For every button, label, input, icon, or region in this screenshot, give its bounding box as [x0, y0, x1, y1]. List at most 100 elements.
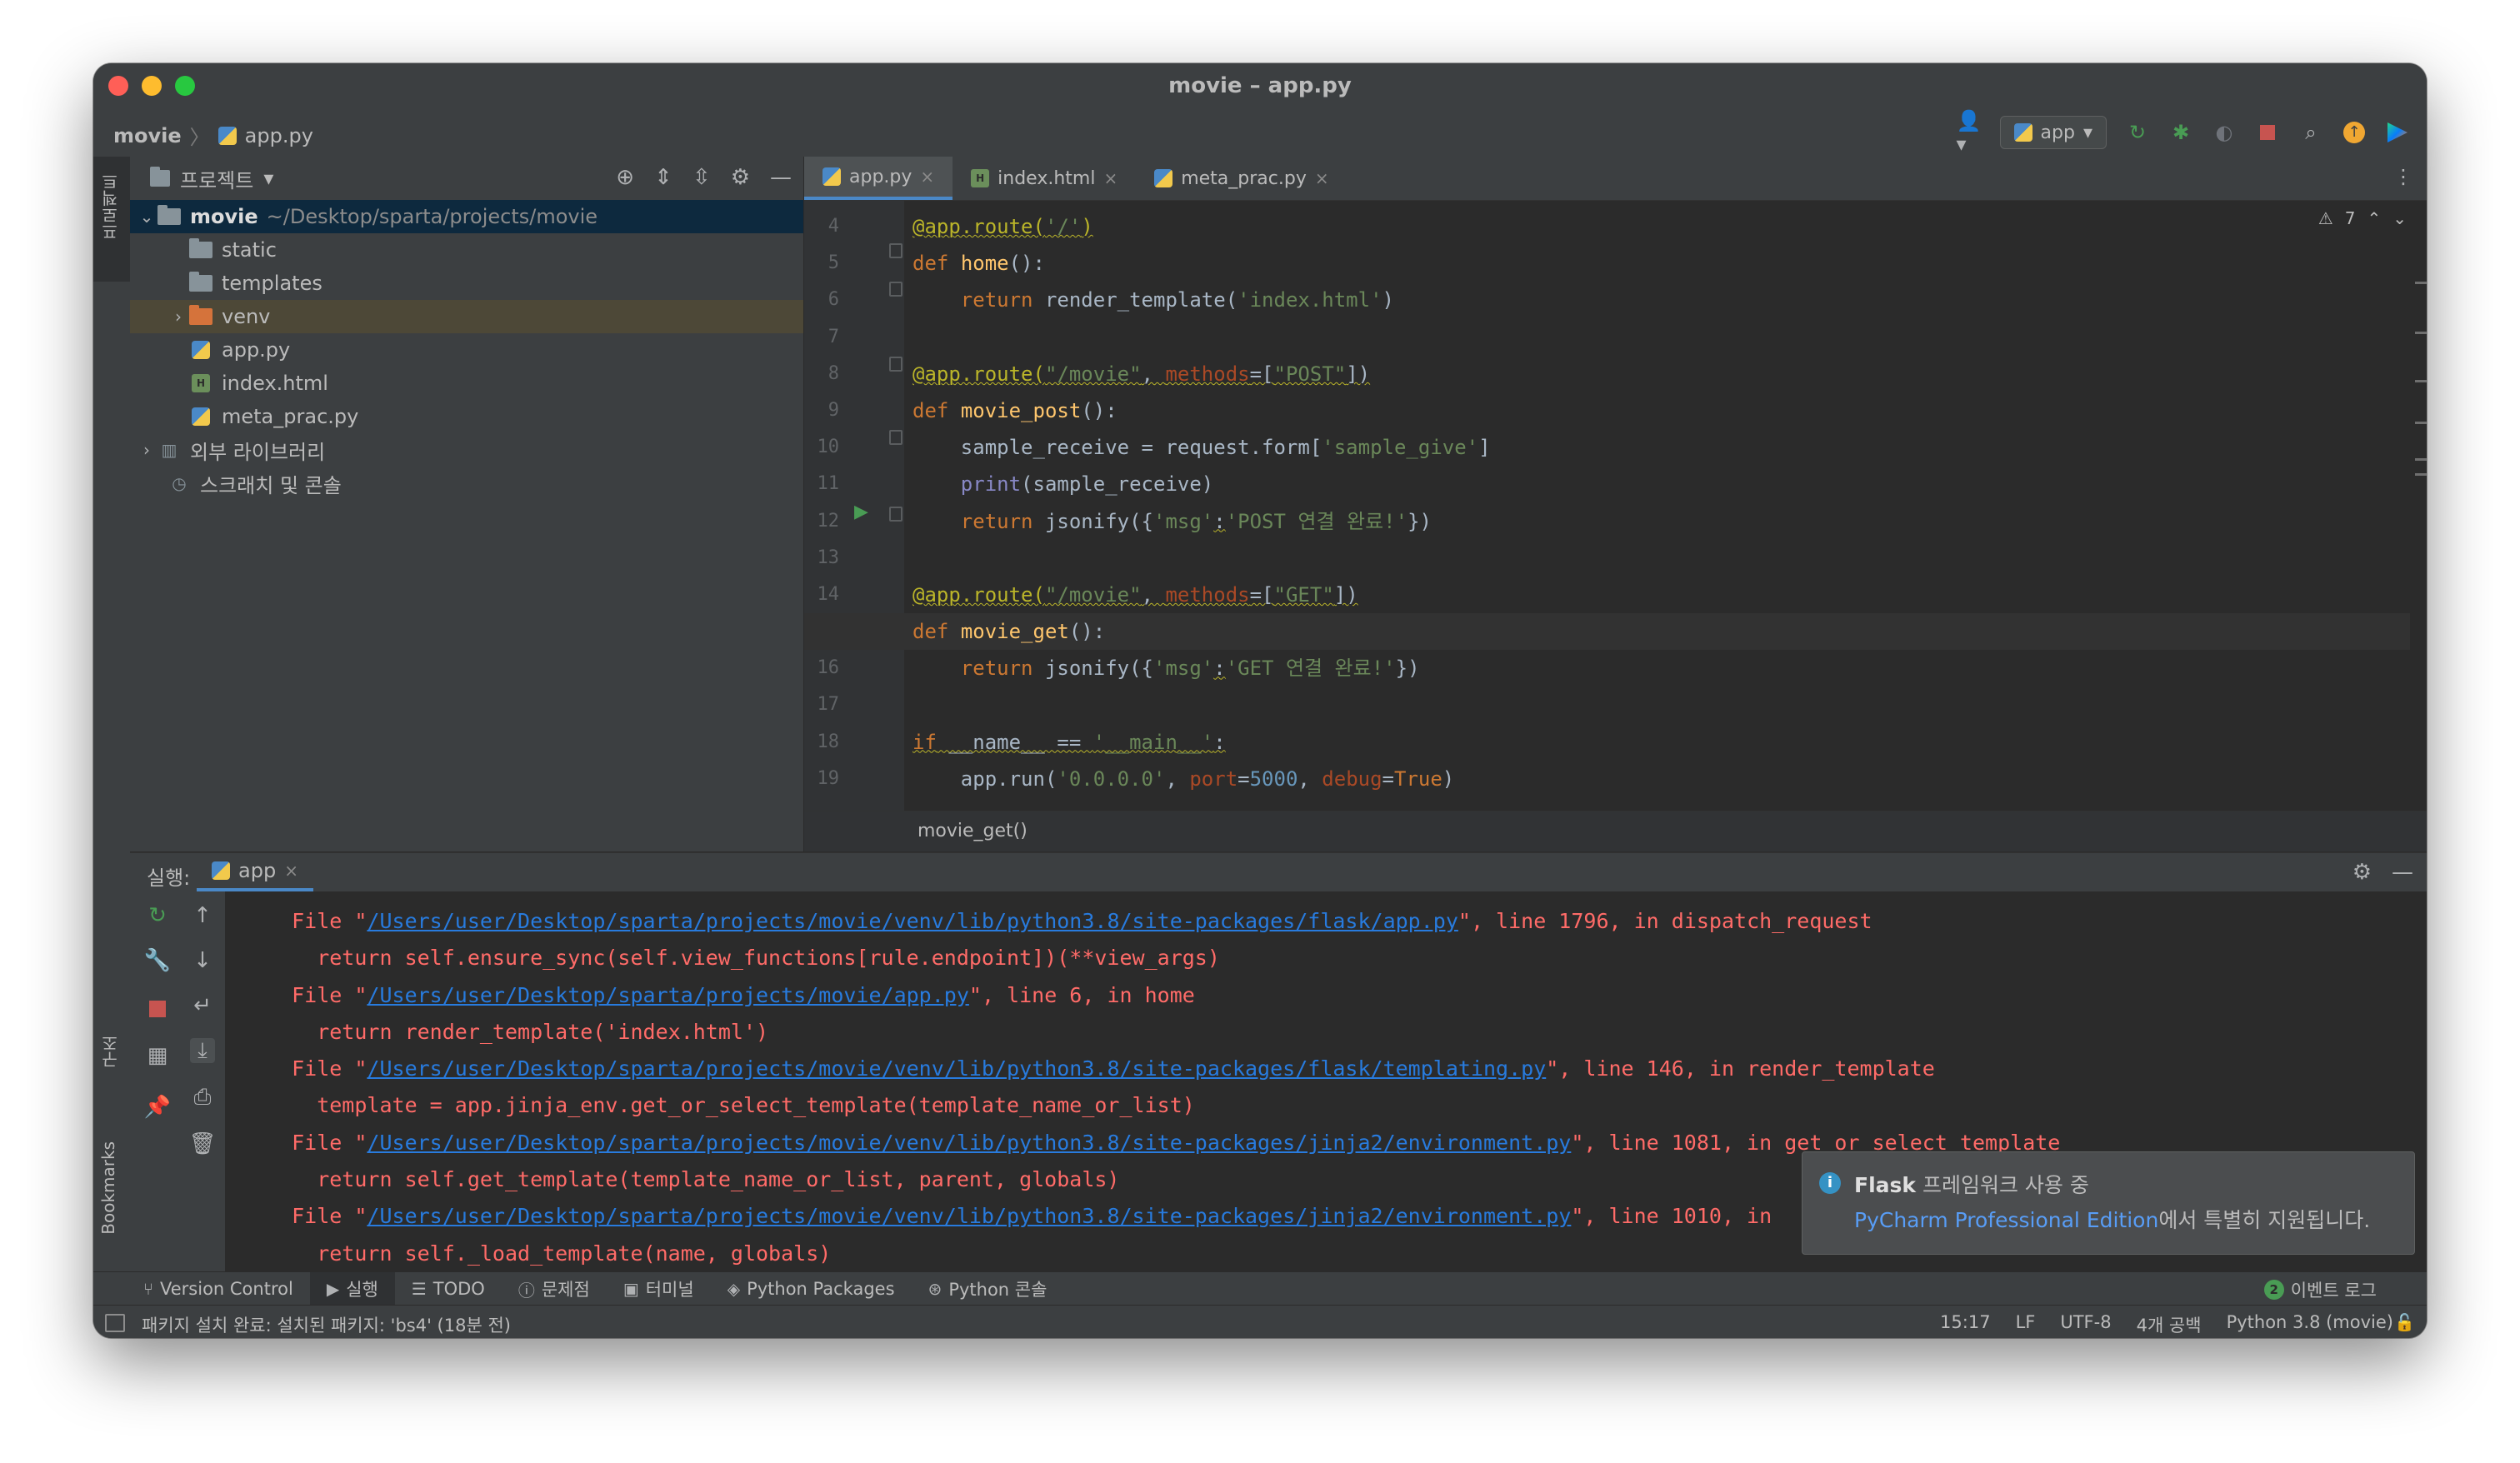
tab-version-control[interactable]: ⑂ Version Control: [127, 1272, 310, 1306]
search-icon[interactable]: ⌕: [2298, 120, 2323, 145]
project-tool-tab[interactable]: 프로젝트: [93, 157, 130, 282]
tab-problems[interactable]: ⓘ 문제점: [502, 1272, 607, 1306]
tree-item-index-html[interactable]: H index.html: [130, 367, 803, 400]
gear-icon[interactable]: ⚙: [2352, 860, 2372, 885]
tree-item-meta-prac-py[interactable]: meta_prac.py: [130, 400, 803, 433]
print-icon[interactable]: ⎙: [190, 1085, 215, 1110]
update-icon[interactable]: ↑: [2342, 120, 2367, 145]
tool-windows-toggle-icon[interactable]: [105, 1314, 125, 1332]
indent-setting[interactable]: 4개 공백: [2137, 1312, 2202, 1337]
run-configuration-select[interactable]: app ▾: [1999, 116, 2107, 149]
arrow-down-icon[interactable]: ↓: [190, 948, 215, 973]
tab-python-console[interactable]: ⊛ Python 콘솔: [912, 1272, 1064, 1306]
hide-icon[interactable]: —: [770, 165, 792, 190]
stop-icon[interactable]: [145, 996, 170, 1021]
rerun-icon[interactable]: ↻: [145, 903, 170, 928]
breadcrumb-file[interactable]: app.py: [245, 124, 313, 147]
chevron-right-icon[interactable]: ›: [137, 440, 157, 460]
fold-marker-icon[interactable]: [889, 507, 902, 522]
line-number: 13: [817, 547, 840, 568]
file-link[interactable]: /Users/user/Desktop/sparta/projects/movi…: [367, 1056, 1546, 1081]
library-icon: ▥: [161, 440, 178, 460]
run-gutter-icon[interactable]: ▶: [854, 502, 868, 522]
tab-python-packages[interactable]: ◈ Python Packages: [711, 1272, 912, 1306]
tree-item-scratches[interactable]: ◷ 스크래치 및 콘솔: [130, 467, 803, 500]
jetbrains-toolbox-icon[interactable]: [2385, 120, 2410, 145]
close-icon[interactable]: ×: [920, 167, 934, 187]
tree-item-label: venv: [222, 305, 271, 328]
tree-item-templates[interactable]: templates: [130, 267, 803, 300]
debug-icon[interactable]: ✱: [2168, 120, 2193, 145]
chevron-down-icon[interactable]: ⌄: [137, 207, 157, 227]
fold-marker-icon[interactable]: [889, 430, 902, 445]
trash-icon[interactable]: 🗑: [189, 1131, 217, 1156]
breadcrumb-project[interactable]: movie: [113, 124, 182, 147]
project-view-select[interactable]: 프로젝트 ▾: [150, 164, 273, 193]
chevron-right-icon[interactable]: ›: [168, 307, 188, 327]
tab-run[interactable]: ▶ 실행: [309, 1272, 395, 1306]
layout-icon[interactable]: ▦: [145, 1043, 170, 1068]
file-encoding[interactable]: UTF-8: [2060, 1312, 2111, 1337]
status-message[interactable]: 패키지 설치 완료: 설치된 패키지: 'bs4' (18분 전): [142, 1312, 511, 1337]
editor-scrollbar[interactable]: [2415, 282, 2427, 532]
soft-wrap-icon[interactable]: ↵: [190, 993, 215, 1018]
lock-icon[interactable]: 🔓: [2394, 1312, 2415, 1332]
tree-item-app-py[interactable]: app.py: [130, 333, 803, 367]
console-line: template = app.jinja_env.get_or_select_t…: [267, 1093, 1195, 1118]
chevron-up-icon[interactable]: ⌃: [2367, 208, 2381, 228]
rerun-icon[interactable]: ↻: [2125, 120, 2150, 145]
caret-position[interactable]: 15:17: [1940, 1312, 1991, 1337]
tree-item-label: movie: [190, 205, 258, 228]
close-icon[interactable]: ×: [1103, 168, 1118, 188]
tab-todo[interactable]: ☰ TODO: [395, 1272, 502, 1306]
python-interpreter[interactable]: Python 3.8 (movie): [2227, 1312, 2393, 1337]
expand-all-icon[interactable]: ⇕: [654, 165, 672, 190]
bookmarks-tool-label[interactable]: Bookmarks: [98, 1141, 118, 1235]
profile-icon[interactable]: ◐: [2212, 120, 2237, 145]
pin-icon[interactable]: 📌: [144, 1095, 171, 1120]
file-link[interactable]: /Users/user/Desktop/sparta/projects/movi…: [367, 1204, 1571, 1228]
tab-app-py[interactable]: app.py ×: [804, 157, 953, 200]
file-link[interactable]: /Users/user/Desktop/sparta/projects/movi…: [367, 983, 968, 1007]
notification-toast[interactable]: i Flask 프레임워크 사용 중 PyCharm Professional …: [1802, 1151, 2415, 1255]
user-icon[interactable]: 👤▾: [1957, 109, 1982, 156]
tab-meta-prac-py[interactable]: meta_prac.py ×: [1136, 157, 1347, 200]
scroll-to-end-icon[interactable]: ⤓: [190, 1038, 215, 1063]
file-link[interactable]: /Users/user/Desktop/sparta/projects/movi…: [367, 1131, 1571, 1155]
locate-icon[interactable]: ⊕: [616, 165, 634, 190]
tab-terminal[interactable]: ▣ 터미널: [607, 1272, 711, 1306]
hide-icon[interactable]: —: [2392, 860, 2413, 885]
run-configuration-label: app: [2040, 122, 2075, 143]
wrench-icon[interactable]: 🔧: [144, 948, 171, 973]
console-line: File "/Users/user/Desktop/sparta/project…: [267, 982, 1195, 1007]
code-line: @app.route("/movie", methods=["GET"]): [912, 582, 1358, 607]
code-area[interactable]: @app.route('/') def home(): return rende…: [804, 208, 2410, 797]
inspection-widget[interactable]: ⚠ 7 ⌃ ⌄: [2318, 208, 2407, 228]
tree-item-static[interactable]: static: [130, 233, 803, 267]
python-file-icon: [1154, 169, 1173, 187]
chevron-down-icon[interactable]: ⌄: [2392, 208, 2407, 228]
tab-index-html[interactable]: H index.html ×: [952, 157, 1136, 200]
tree-item-venv[interactable]: › venv: [130, 300, 803, 333]
stop-icon[interactable]: [2255, 120, 2280, 145]
collapse-all-icon[interactable]: ⇳: [692, 165, 711, 190]
line-separator[interactable]: LF: [2016, 1312, 2036, 1337]
fold-marker-icon[interactable]: [889, 243, 902, 258]
gear-icon[interactable]: ⚙: [731, 165, 750, 190]
event-log-button[interactable]: 2 이벤트 로그: [2263, 1277, 2377, 1302]
tree-item-external-libraries[interactable]: › ▥ 외부 라이브러리: [130, 433, 803, 467]
tree-item-movie[interactable]: ⌄ movie ~/Desktop/sparta/projects/movie: [130, 200, 803, 233]
line-number: 18: [817, 731, 840, 752]
structure-tool-label[interactable]: 구조: [98, 1035, 122, 1068]
more-icon[interactable]: ⋮: [2393, 165, 2413, 188]
scroll-marker: [2415, 458, 2427, 461]
fold-marker-icon[interactable]: [889, 282, 902, 297]
fold-marker-icon[interactable]: [889, 357, 902, 372]
close-icon[interactable]: ×: [1315, 168, 1329, 188]
file-link[interactable]: /Users/user/Desktop/sparta/projects/movi…: [367, 909, 1458, 933]
arrow-up-icon[interactable]: ↑: [190, 903, 215, 928]
close-icon[interactable]: ×: [284, 861, 298, 881]
run-tab-app[interactable]: app ×: [197, 853, 313, 891]
editor-breadcrumb-item[interactable]: movie_get(): [918, 821, 1028, 841]
notification-link[interactable]: PyCharm Professional Edition: [1854, 1208, 2158, 1232]
